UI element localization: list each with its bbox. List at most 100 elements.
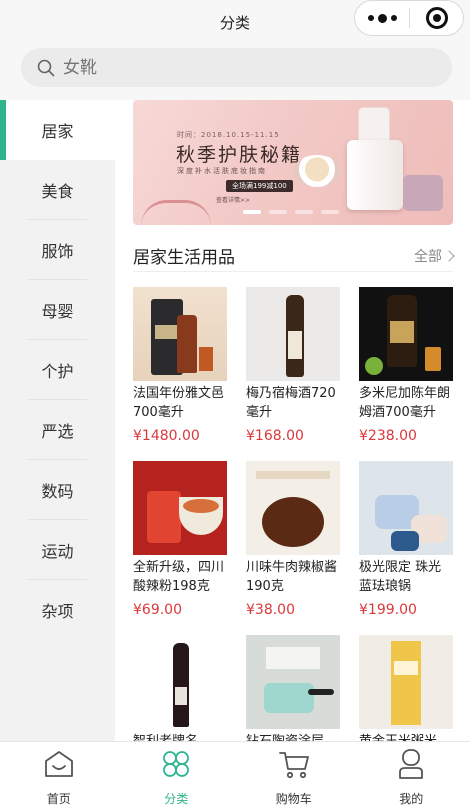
carousel-indicator (243, 210, 339, 214)
product-price: ¥69.00 (133, 602, 182, 618)
dot-icon (390, 15, 397, 21)
tab-label: 购物车 (275, 792, 312, 806)
sidebar-item-label: 个护 (41, 362, 74, 381)
product-card[interactable]: 川味牛肉辣椒酱190克 ¥38.00 (246, 461, 340, 618)
product-image (246, 635, 340, 729)
home-icon (44, 751, 73, 777)
user-icon (399, 749, 424, 779)
sidebar-item-label: 母婴 (41, 302, 74, 321)
product-image (359, 287, 453, 381)
more-menu-button[interactable] (355, 1, 409, 35)
tab-label: 我的 (399, 792, 424, 806)
view-all-link[interactable]: 全部 (414, 246, 455, 266)
product-card[interactable]: 黄金玉米粥米 (359, 635, 453, 741)
cup-image (293, 155, 341, 187)
sidebar-item-label: 居家 (41, 122, 74, 141)
product-name: 梅乃宿梅酒720毫升 (246, 386, 336, 420)
lotion-bottle-image (347, 140, 403, 210)
product-name: 多米尼加陈年朗姆酒700毫升 (359, 386, 451, 420)
product-name: 极光限定 珠光蓝珐琅锅 (359, 560, 442, 594)
product-price: ¥199.00 (359, 602, 417, 618)
product-price: ¥38.00 (246, 602, 295, 618)
search-box[interactable] (21, 48, 452, 87)
banner-title: 秋季护肤秘籍 (176, 144, 303, 166)
product-grid: 法国年份雅文邑700毫升 ¥1480.00 梅乃宿梅酒720毫升 ¥168.00… (133, 287, 453, 741)
search-input[interactable] (63, 57, 403, 78)
product-image (133, 635, 227, 729)
product-card[interactable]: 极光限定 珠光蓝珐琅锅 ¥199.00 (359, 461, 453, 618)
sidebar-item-label: 杂项 (41, 602, 74, 621)
banner-date: 时间：2018.10.15-11.15 (177, 131, 280, 139)
tab-home[interactable]: 首页 (0, 742, 118, 807)
dot-icon (367, 15, 374, 21)
search-bar-area (0, 44, 470, 100)
mini-program-capsule (354, 0, 464, 36)
dot-icon (377, 13, 387, 23)
cart-icon (278, 752, 309, 779)
product-card[interactable]: 法国年份雅文邑700毫升 ¥1480.00 (133, 287, 227, 444)
close-mini-program-button[interactable] (410, 7, 463, 29)
tab-cart[interactable]: 购物车 (235, 742, 353, 807)
product-price: ¥1480.00 (133, 428, 200, 444)
product-name: 法国年份雅文邑700毫升 (133, 386, 225, 420)
carousel-dot[interactable] (321, 210, 339, 214)
tab-profile[interactable]: 我的 (353, 742, 470, 807)
sidebar-item-personal-care[interactable]: 个护 (0, 340, 115, 400)
tab-label: 分类 (164, 792, 189, 806)
product-price: ¥238.00 (359, 428, 417, 444)
category-content: 时间：2018.10.15-11.15 秋季护肤秘籍 深度补水活肤底妆指南 全场… (115, 100, 470, 741)
sidebar-item-digital[interactable]: 数码 (0, 460, 115, 520)
carousel-dot[interactable] (269, 210, 287, 214)
banner-subtitle: 深度补水活肤底妆指南 (177, 167, 267, 175)
product-card[interactable]: 钻石陶瓷涂层 (246, 635, 340, 741)
product-name: 钻石陶瓷涂层 (246, 732, 340, 741)
sidebar-item-food[interactable]: 美食 (0, 160, 115, 220)
category-icon (163, 751, 190, 777)
ribbon-decoration (141, 200, 211, 225)
bottle-cap-image (359, 108, 389, 144)
target-icon (425, 7, 448, 29)
sidebar-item-home-living[interactable]: 居家 (0, 100, 115, 160)
bottom-tab-bar: 首页 分类 购物车 我的 (0, 741, 470, 807)
carousel-dot[interactable] (295, 210, 313, 214)
product-name: 川味牛肉辣椒酱190克 (246, 560, 338, 594)
product-name: 黄金玉米粥米 (359, 732, 453, 741)
product-name: 全新升级，四川酸辣粉198克 (133, 560, 225, 594)
product-card[interactable]: 梅乃宿梅酒720毫升 ¥168.00 (246, 287, 340, 444)
cosmetic-jar-image (403, 175, 443, 211)
chevron-right-icon (443, 249, 455, 262)
product-card[interactable]: 多米尼加陈年朗姆酒700毫升 ¥238.00 (359, 287, 453, 444)
nav-header: 分类 (0, 0, 470, 44)
product-card[interactable]: 全新升级，四川酸辣粉198克 ¥69.00 (133, 461, 227, 618)
product-name: 智利老牌名 (133, 732, 227, 741)
carousel-dot[interactable] (243, 210, 261, 214)
sidebar-item-selected[interactable]: 严选 (0, 400, 115, 460)
tab-label: 首页 (46, 792, 71, 806)
section-header: 居家生活用品 全部 (133, 240, 455, 272)
section-title: 居家生活用品 (133, 248, 235, 268)
sidebar-item-label: 严选 (41, 422, 74, 441)
sidebar-item-sports[interactable]: 运动 (0, 520, 115, 580)
product-card[interactable]: 智利老牌名 (133, 635, 227, 741)
sidebar-item-label: 服饰 (41, 242, 74, 261)
tab-category[interactable]: 分类 (118, 742, 236, 807)
view-all-label: 全部 (414, 248, 442, 265)
product-image (359, 461, 453, 555)
product-image (133, 287, 227, 381)
product-price: ¥168.00 (246, 428, 304, 444)
sidebar-item-label: 美食 (41, 182, 74, 201)
search-icon (37, 59, 55, 76)
product-image (133, 461, 227, 555)
product-image (246, 461, 340, 555)
product-image (246, 287, 340, 381)
promo-banner[interactable]: 时间：2018.10.15-11.15 秋季护肤秘籍 深度补水活肤底妆指南 全场… (133, 100, 453, 225)
sidebar-item-misc[interactable]: 杂项 (0, 580, 115, 640)
product-image (359, 635, 453, 729)
sidebar-item-apparel[interactable]: 服饰 (0, 220, 115, 280)
banner-discount-pill: 全场满199减100 (226, 180, 293, 192)
sidebar-item-baby[interactable]: 母婴 (0, 280, 115, 340)
sidebar-item-label: 数码 (41, 482, 74, 501)
category-sidebar: 居家 美食 服饰 母婴 个护 严选 数码 运动 杂项 (0, 100, 115, 741)
banner-more-link: 查看详情>> (216, 197, 251, 204)
sidebar-item-label: 运动 (41, 542, 74, 561)
